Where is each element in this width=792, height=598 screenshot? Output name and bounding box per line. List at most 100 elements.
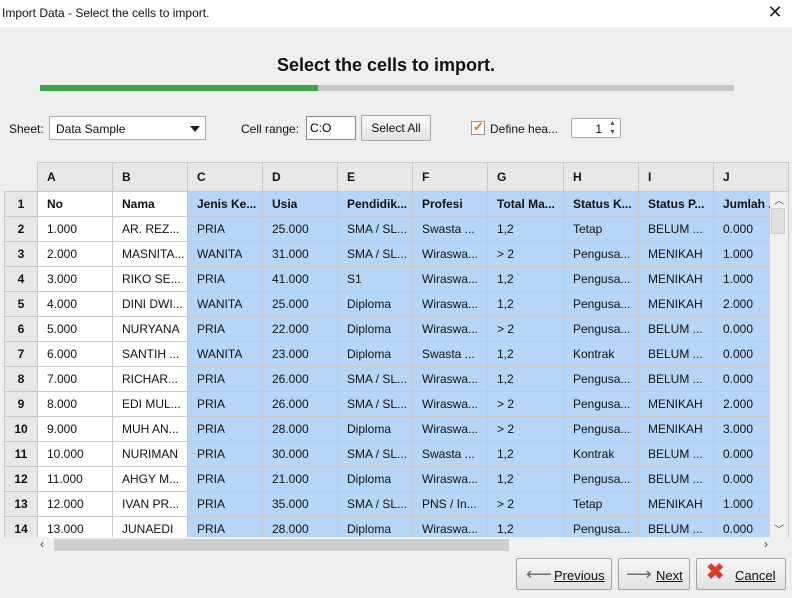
header-row-spinner[interactable]: 1 ▲ ▼: [571, 118, 621, 138]
select-all-button[interactable]: Select All: [361, 115, 431, 141]
define-header-checkbox[interactable]: ✓: [471, 119, 485, 135]
table-cell[interactable]: PRIA: [187, 266, 263, 292]
table-cell[interactable]: BELUM ...: [638, 516, 714, 538]
table-cell[interactable]: > 2: [487, 416, 564, 442]
table-cell[interactable]: 5.000: [37, 316, 113, 342]
cell-range-input[interactable]: [306, 116, 356, 140]
cancel-button[interactable]: ✖ Cancel: [696, 558, 786, 590]
table-cell[interactable]: Wiraswa...: [412, 241, 488, 267]
table-cell[interactable]: 13.000: [37, 516, 113, 538]
table-cell[interactable]: PRIA: [187, 416, 263, 442]
table-cell[interactable]: 6.000: [37, 341, 113, 367]
table-cell[interactable]: 1,2: [487, 341, 564, 367]
table-cell[interactable]: BELUM ...: [638, 341, 714, 367]
table-cell[interactable]: 21.000: [262, 466, 338, 492]
row-number[interactable]: 1: [4, 191, 38, 217]
table-cell[interactable]: BELUM ...: [638, 216, 714, 242]
row-number[interactable]: 2: [4, 216, 38, 242]
table-cell[interactable]: PRIA: [187, 491, 263, 517]
table-cell[interactable]: 26.000: [262, 391, 338, 417]
table-cell[interactable]: AR. REZ...: [112, 216, 188, 242]
table-cell[interactable]: PRIA: [187, 441, 263, 467]
table-cell[interactable]: 22.000: [262, 316, 338, 342]
table-cell[interactable]: PNS / In...: [412, 491, 488, 517]
column-header[interactable]: G: [487, 162, 564, 192]
table-cell[interactable]: 9.000: [37, 416, 113, 442]
table-cell[interactable]: Pengusa...: [563, 366, 639, 392]
table-cell[interactable]: 11.000: [37, 466, 113, 492]
table-cell[interactable]: PRIA: [187, 316, 263, 342]
table-cell[interactable]: 7.000: [37, 366, 113, 392]
table-cell[interactable]: WANITA: [187, 341, 263, 367]
table-cell[interactable]: SMA / SL...: [337, 241, 413, 267]
table-cell[interactable]: 26.000: [262, 366, 338, 392]
column-header[interactable]: J: [713, 162, 789, 192]
table-cell[interactable]: EDI MUL...: [112, 391, 188, 417]
column-header[interactable]: E: [337, 162, 413, 192]
table-cell[interactable]: 1,2: [487, 216, 564, 242]
column-header[interactable]: H: [563, 162, 639, 192]
table-cell[interactable]: 10.000: [37, 441, 113, 467]
table-cell[interactable]: Wiraswa...: [412, 366, 488, 392]
table-cell[interactable]: Profesi: [412, 191, 488, 217]
row-number[interactable]: 14: [4, 516, 38, 538]
row-number[interactable]: 7: [4, 341, 38, 367]
table-cell[interactable]: Jenis Ke...: [187, 191, 263, 217]
scroll-left-icon[interactable]: ‹: [40, 537, 44, 551]
table-cell[interactable]: AHGY M...: [112, 466, 188, 492]
table-cell[interactable]: Diploma: [337, 316, 413, 342]
vertical-scroll-thumb[interactable]: [771, 208, 785, 234]
table-cell[interactable]: Diploma: [337, 341, 413, 367]
column-header[interactable]: A: [37, 162, 113, 192]
table-cell[interactable]: BELUM ...: [638, 441, 714, 467]
table-cell[interactable]: Pengusa...: [563, 516, 639, 538]
row-number[interactable]: 8: [4, 366, 38, 392]
table-cell[interactable]: BELUM ...: [638, 466, 714, 492]
row-number[interactable]: 4: [4, 266, 38, 292]
table-cell[interactable]: Status K...: [563, 191, 639, 217]
column-header[interactable]: B: [112, 162, 188, 192]
table-cell[interactable]: Pengusa...: [563, 466, 639, 492]
table-cell[interactable]: Total Ma...: [487, 191, 564, 217]
table-cell[interactable]: SMA / SL...: [337, 216, 413, 242]
table-cell[interactable]: Diploma: [337, 291, 413, 317]
table-cell[interactable]: 1.000: [37, 216, 113, 242]
table-cell[interactable]: SMA / SL...: [337, 391, 413, 417]
row-number[interactable]: 3: [4, 241, 38, 267]
table-cell[interactable]: 1,2: [487, 441, 564, 467]
table-cell[interactable]: BELUM ...: [638, 366, 714, 392]
table-cell[interactable]: 1,2: [487, 266, 564, 292]
table-cell[interactable]: Tetap: [563, 491, 639, 517]
row-number[interactable]: 10: [4, 416, 38, 442]
table-cell[interactable]: Pengusa...: [563, 416, 639, 442]
table-cell[interactable]: RICHAR...: [112, 366, 188, 392]
table-cell[interactable]: DINI DWI...: [112, 291, 188, 317]
scroll-right-icon[interactable]: ›: [764, 537, 768, 551]
table-cell[interactable]: 1,2: [487, 366, 564, 392]
column-header[interactable]: F: [412, 162, 488, 192]
column-header[interactable]: D: [262, 162, 338, 192]
column-header[interactable]: C: [187, 162, 263, 192]
table-cell[interactable]: MENIKAH: [638, 491, 714, 517]
table-cell[interactable]: PRIA: [187, 391, 263, 417]
table-cell[interactable]: 4.000: [37, 291, 113, 317]
table-cell[interactable]: Wiraswa...: [412, 266, 488, 292]
table-cell[interactable]: MENIKAH: [638, 266, 714, 292]
row-number[interactable]: 12: [4, 466, 38, 492]
table-cell[interactable]: Wiraswa...: [412, 416, 488, 442]
table-cell[interactable]: 12.000: [37, 491, 113, 517]
row-number[interactable]: 13: [4, 491, 38, 517]
spinner-up-icon[interactable]: ▲: [606, 119, 619, 128]
table-cell[interactable]: Wiraswa...: [412, 291, 488, 317]
table-cell[interactable]: Diploma: [337, 416, 413, 442]
table-cell[interactable]: NURIMAN: [112, 441, 188, 467]
table-cell[interactable]: Wiraswa...: [412, 391, 488, 417]
table-cell[interactable]: 3.000: [37, 266, 113, 292]
table-cell[interactable]: WANITA: [187, 291, 263, 317]
table-cell[interactable]: S1: [337, 266, 413, 292]
table-cell[interactable]: MENIKAH: [638, 391, 714, 417]
next-button[interactable]: ⟶ Next: [618, 558, 690, 590]
table-cell[interactable]: Status P...: [638, 191, 714, 217]
table-cell[interactable]: 2.000: [37, 241, 113, 267]
table-cell[interactable]: SMA / SL...: [337, 366, 413, 392]
